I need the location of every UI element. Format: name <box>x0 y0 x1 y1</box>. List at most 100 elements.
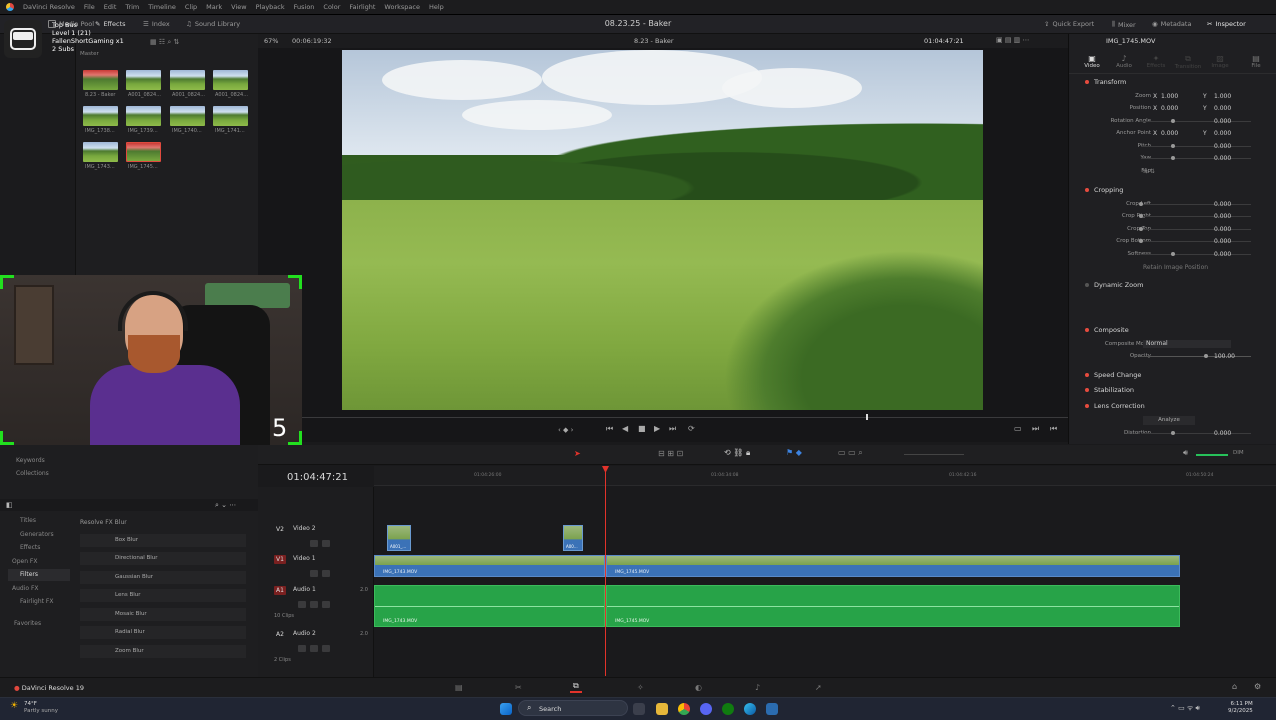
crop-right-value[interactable]: 0.000 <box>1214 213 1231 220</box>
media-view-controls[interactable]: ▦ ☷ ⌕ ⇅ <box>150 38 179 47</box>
fx-item[interactable]: Zoom Blur <box>80 645 246 658</box>
stabilization-section-header[interactable]: Stabilization <box>1069 386 1276 394</box>
menu-view[interactable]: View <box>231 3 246 11</box>
fusion-page-icon[interactable]: ✧ <box>637 683 644 692</box>
mixer-tab[interactable]: ⫼ Mixer <box>1112 20 1136 29</box>
fx-tree-titles[interactable]: Titles <box>20 517 36 524</box>
position-y-value[interactable]: 0.000 <box>1214 105 1231 112</box>
discord-icon[interactable] <box>700 703 712 715</box>
composite-section-header[interactable]: Composite <box>1069 326 1276 334</box>
fx-tree-collections[interactable]: Collections <box>16 470 49 477</box>
inspector-tab[interactable]: ✂ Inspector <box>1207 20 1246 28</box>
fx-item[interactable]: Box Blur <box>80 534 246 547</box>
play-reverse-button[interactable]: ◀ <box>622 424 628 433</box>
timeline-ruler[interactable]: 01:04:26:00 01:04:34:08 01:04:42:16 01:0… <box>374 466 1276 486</box>
media-clip-thumb[interactable] <box>83 106 118 126</box>
cut-page-icon[interactable]: ✂ <box>515 683 522 692</box>
track-visibility-icon[interactable] <box>310 540 318 547</box>
dim-button[interactable]: DIM <box>1233 450 1244 456</box>
go-to-start-button[interactable]: ⏮ <box>606 424 613 434</box>
quick-export-button[interactable]: ⇪ Quick Export <box>1044 20 1094 28</box>
fx-item[interactable]: Radial Blur <box>80 626 246 639</box>
home-icon[interactable]: ⌂ <box>1232 682 1237 691</box>
cropping-section-header[interactable]: Cropping <box>1069 186 1276 194</box>
stop-button[interactable]: ■ <box>638 424 646 433</box>
fairlight-page-icon[interactable]: ♪ <box>755 683 760 692</box>
deliver-page-icon[interactable]: ➚ <box>815 683 822 692</box>
chrome-icon[interactable] <box>678 703 690 715</box>
inspector-tab-transition[interactable]: ⧉ Transition <box>1173 54 1203 70</box>
xbox-icon[interactable] <box>722 703 734 715</box>
go-to-end-button[interactable]: ⏭ <box>669 424 676 434</box>
edit-page-icon[interactable]: ⧉ <box>570 681 582 693</box>
viewer-options-icon[interactable]: ▣ ▤ ▥ ⋯ <box>996 36 1030 44</box>
transform-section-header[interactable]: Transform <box>1069 78 1276 86</box>
menu-timeline[interactable]: Timeline <box>148 3 176 11</box>
track-mute-button[interactable] <box>322 645 330 652</box>
settings-gear-icon[interactable]: ⚙ <box>1254 682 1261 691</box>
timeline-clip-v1[interactable]: IMG_1743.MOV <box>374 555 605 577</box>
timeline-clip-a1[interactable]: IMG_1743.MOV <box>374 585 605 627</box>
menu-trim[interactable]: Trim <box>125 3 139 11</box>
system-tray-icons[interactable]: ⌃ ▭ ᯤ 🔊︎ <box>1170 704 1200 713</box>
loop-button[interactable]: ⟳ <box>688 424 695 433</box>
softness-value[interactable]: 0.000 <box>1214 251 1231 258</box>
flip-buttons[interactable]: ⇆ ⇅ <box>1143 168 1155 175</box>
menu-clip[interactable]: Clip <box>185 3 197 11</box>
volume-slider[interactable] <box>1196 454 1228 456</box>
media-clip-thumb[interactable] <box>126 70 161 90</box>
menu-workspace[interactable]: Workspace <box>384 3 420 11</box>
composite-mode-select[interactable]: Normal <box>1143 340 1231 348</box>
fx-tree-favorites[interactable]: Favorites <box>14 620 41 627</box>
speaker-icon[interactable]: 🔊︎ <box>1183 448 1188 458</box>
timeline-zoom-slider[interactable] <box>904 454 964 455</box>
crop-left-value[interactable]: 0.000 <box>1214 201 1231 208</box>
menu-fairlight[interactable]: Fairlight <box>349 3 375 11</box>
media-clip-thumb[interactable] <box>126 106 161 126</box>
viewer-timeline-name[interactable]: 8.23 - Baker <box>634 37 674 45</box>
zoom-x-value[interactable]: 1.000 <box>1161 93 1178 100</box>
media-clip-thumb[interactable] <box>83 70 118 90</box>
media-clip-thumb[interactable] <box>170 70 205 90</box>
speed-change-section-header[interactable]: Speed Change <box>1069 371 1276 379</box>
snapping-icon[interactable]: ⟲ ⛓ 🔒︎ <box>724 448 750 458</box>
selection-tool-icon[interactable]: ➤ <box>574 449 581 458</box>
playhead[interactable] <box>602 466 609 676</box>
fx-tree-openfx[interactable]: Open FX <box>12 558 38 565</box>
zoom-y-value[interactable]: 1.000 <box>1214 93 1231 100</box>
inspector-tab-video[interactable]: ▣ Video <box>1077 54 1107 69</box>
jog-control[interactable]: ‹ ◆ › <box>558 426 573 434</box>
anchor-y-value[interactable]: 0.000 <box>1214 130 1231 137</box>
metadata-tab[interactable]: ◉ Metadata <box>1152 20 1191 28</box>
play-button[interactable]: ▶ <box>654 424 660 433</box>
taskbar-search-box[interactable]: ⌕ Search <box>518 700 628 716</box>
track-visibility-icon[interactable] <box>310 570 318 577</box>
inspector-tab-audio[interactable]: ♪ Audio <box>1109 54 1139 69</box>
fx-tree-fairlightfx[interactable]: Fairlight FX <box>20 598 53 605</box>
track-solo-button[interactable] <box>310 601 318 608</box>
clock[interactable]: 6:11 PM 9/2/2025 <box>1228 701 1253 715</box>
menu-mark[interactable]: Mark <box>206 3 222 11</box>
fx-item[interactable]: Lens Blur <box>80 589 246 602</box>
inspector-tab-file[interactable]: ▤ File <box>1241 54 1271 69</box>
match-frame-button[interactable]: ▭ <box>1014 424 1022 433</box>
media-clip-thumb[interactable] <box>213 70 248 90</box>
fx-tree-filters[interactable]: Filters <box>8 569 70 581</box>
fx-item[interactable]: Mosaic Blur <box>80 608 246 621</box>
pitch-value[interactable]: 0.000 <box>1214 143 1231 150</box>
search-icon[interactable]: ⌕ ⌄ ⋯ <box>215 501 236 510</box>
menu-color[interactable]: Color <box>323 3 340 11</box>
media-clip-thumb[interactable] <box>213 106 248 126</box>
resolve-taskbar-icon[interactable] <box>766 703 778 715</box>
opacity-value[interactable]: 100.00 <box>1214 353 1235 360</box>
crop-bottom-value[interactable]: 0.000 <box>1214 238 1231 245</box>
menu-fusion[interactable]: Fusion <box>294 3 315 11</box>
viewer-zoom[interactable]: 67% <box>264 37 278 45</box>
anchor-x-value[interactable]: 0.000 <box>1161 130 1178 137</box>
menu-help[interactable]: Help <box>429 3 444 11</box>
media-clip-thumb-selected[interactable] <box>126 142 161 162</box>
next-frame-button[interactable]: ⏭ <box>1032 424 1039 434</box>
color-page-icon[interactable]: ◐ <box>695 683 702 692</box>
fx-tree-keywords[interactable]: Keywords <box>16 457 45 464</box>
start-button-icon[interactable] <box>500 703 512 715</box>
